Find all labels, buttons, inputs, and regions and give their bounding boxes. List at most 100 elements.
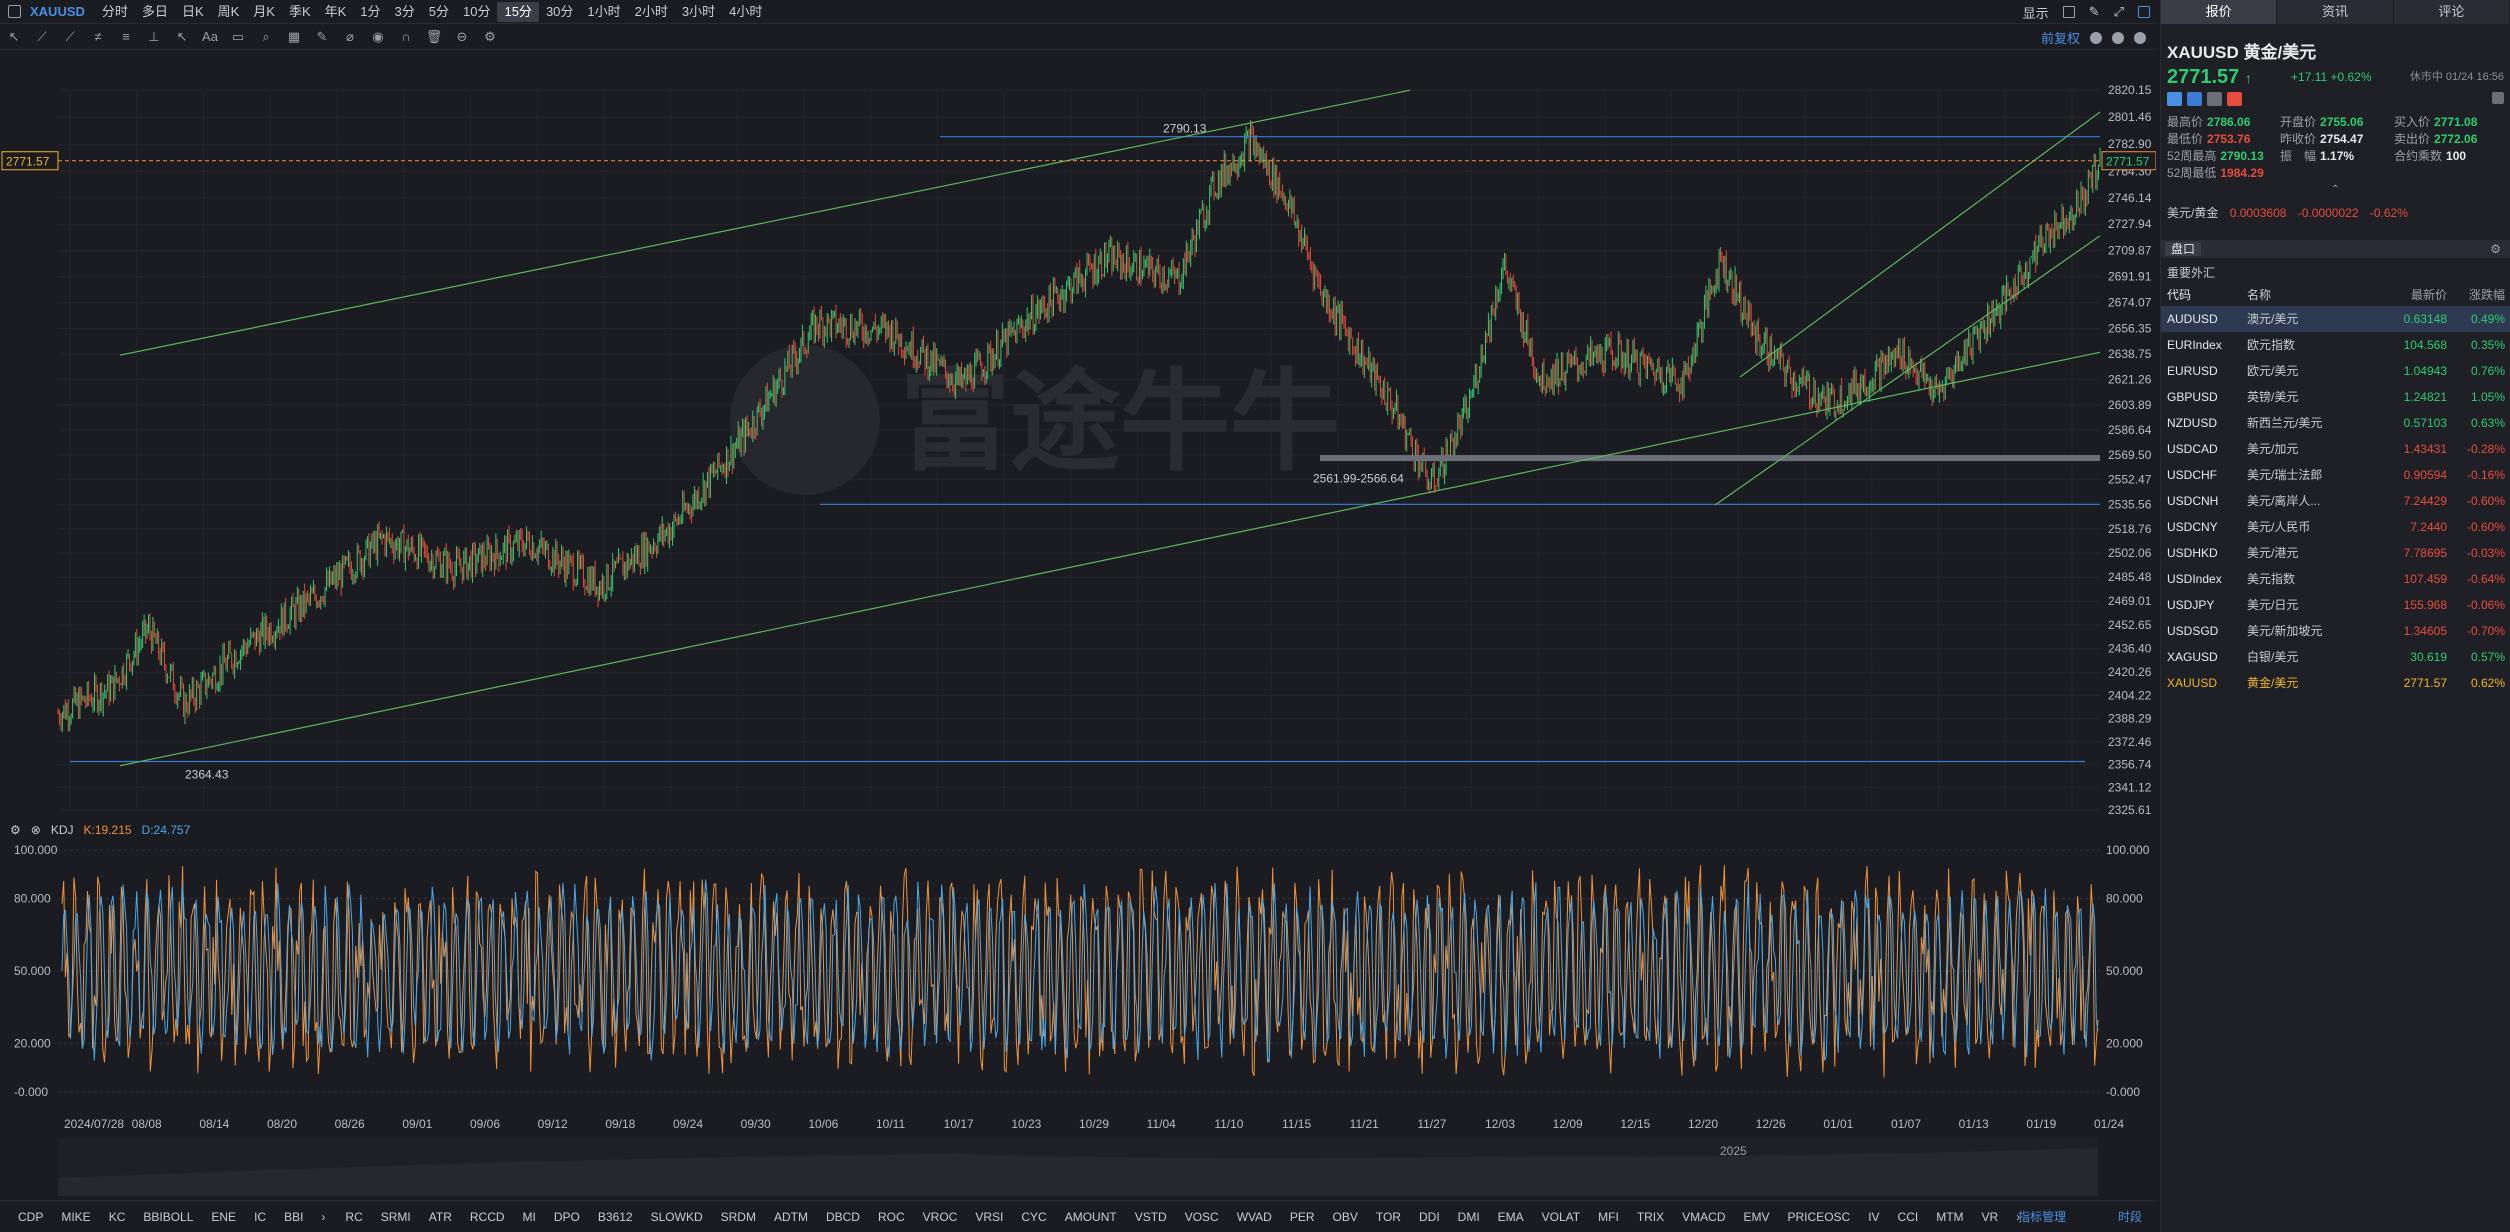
timeframe-tab[interactable]: 月K [246, 2, 282, 22]
indicator-item[interactable]: WVAD [1237, 1210, 1272, 1224]
fx-row[interactable]: USDJPY 美元/日元 155.968 -0.06% [2161, 592, 2510, 618]
eye-icon[interactable]: ◉ [364, 26, 392, 48]
timeframe-tab[interactable]: 年K [318, 2, 354, 22]
indicator-item[interactable]: EMV [1744, 1210, 1770, 1224]
fx-row[interactable]: EURUSD 欧元/美元 1.04943 0.76% [2161, 358, 2510, 384]
indicator-item[interactable]: RC [345, 1210, 362, 1224]
pen-icon[interactable]: ✎ [2089, 4, 2100, 20]
indicator-item[interactable]: CDP [18, 1210, 43, 1224]
timeframe-tab[interactable]: 1小时 [580, 2, 627, 22]
indicator-item[interactable]: MTM [1936, 1210, 1963, 1224]
tab-comments[interactable]: 评论 [2394, 0, 2510, 24]
panel-menu-icon[interactable] [2492, 92, 2504, 104]
timeshare-button[interactable]: 时段 [2118, 1208, 2142, 1225]
zoom-out-icon[interactable] [2090, 31, 2102, 44]
fx-header-name[interactable]: 名称 [2247, 284, 2357, 306]
indicator-item[interactable]: VROC [923, 1210, 958, 1224]
timeframe-tab[interactable]: 3分 [388, 2, 422, 22]
reset-icon[interactable] [2134, 31, 2146, 44]
expand-icon[interactable]: ⤢ [2114, 4, 2124, 20]
indicator-item[interactable]: ROC [878, 1210, 905, 1224]
fx-header-code[interactable]: 代码 [2167, 284, 2247, 306]
fx-row[interactable]: USDCNH 美元/离岸人... 7.24429 -0.60% [2161, 488, 2510, 514]
candlestick-chart[interactable]: 2820.152801.462782.902764.302746.142727.… [0, 50, 2156, 820]
timeframe-tab[interactable]: 4小时 [722, 2, 769, 22]
indicator-item[interactable]: TRIX [1637, 1210, 1664, 1224]
indicator-item[interactable]: VMACD [1682, 1210, 1725, 1224]
zoom-icon[interactable]: ⌕ [252, 26, 280, 48]
indicator-item[interactable]: VOSC [1185, 1210, 1219, 1224]
collapse-icon[interactable]: ⌃ [2331, 184, 2339, 195]
trash-icon[interactable]: 🗑 [420, 26, 448, 48]
adjust-menu[interactable]: 前复权 [2041, 28, 2080, 47]
arrow-tool-icon[interactable]: ↖ [168, 26, 196, 48]
indicator-item[interactable]: › [321, 1210, 325, 1224]
fx-row[interactable]: EURIndex 欧元指数 104.568 0.35% [2161, 332, 2510, 358]
indicator-item[interactable]: CCI [1898, 1210, 1919, 1224]
indicator-item[interactable]: BBI [284, 1210, 303, 1224]
indicator-item[interactable]: DMI [1458, 1210, 1480, 1224]
indicator-item[interactable]: EMA [1498, 1210, 1524, 1224]
tab-news[interactable]: 资讯 [2277, 0, 2394, 24]
hide-icon[interactable]: ⊖ [448, 26, 476, 48]
fx-header-price[interactable]: 最新价 [2357, 284, 2447, 306]
timeframe-tab[interactable]: 10分 [456, 2, 497, 22]
indicator-item[interactable]: AMOUNT [1065, 1210, 1117, 1224]
settings-icon[interactable]: ⚙ [476, 26, 504, 48]
fx-row[interactable]: XAGUSD 白银/美元 30.619 0.57% [2161, 644, 2510, 670]
timeframe-tab[interactable]: 季K [282, 2, 318, 22]
fx-row[interactable]: USDHKD 美元/港元 7.78695 -0.03% [2161, 540, 2510, 566]
indicator-item[interactable]: DDI [1419, 1210, 1440, 1224]
timeframe-tab[interactable]: 5分 [422, 2, 456, 22]
timeframe-tab[interactable]: 分时 [95, 2, 135, 22]
indicator-item[interactable]: RCCD [470, 1210, 505, 1224]
indicator-item[interactable]: DPO [554, 1210, 580, 1224]
fx-header-chg[interactable]: 涨跌幅 [2447, 284, 2505, 306]
fx-row[interactable]: USDCAD 美元/加元 1.43431 -0.28% [2161, 436, 2510, 462]
indicator-settings-icon[interactable]: ⚙ [10, 823, 21, 837]
fx-row[interactable]: USDCNY 美元/人民币 7.2440 -0.60% [2161, 514, 2510, 540]
indicator-item[interactable]: VR [1982, 1210, 1999, 1224]
indicator-item[interactable]: ADTM [774, 1210, 808, 1224]
indicator-name[interactable]: KDJ [51, 823, 74, 837]
sidebar-toggle-icon[interactable] [8, 5, 21, 18]
timeframe-tab[interactable]: 2小时 [628, 2, 675, 22]
timeframe-tab[interactable]: 周K [211, 2, 247, 22]
cursor-icon[interactable]: ↖ [0, 26, 28, 48]
brush-icon[interactable]: ✎ [308, 26, 336, 48]
indicator-item[interactable]: SRDM [721, 1210, 756, 1224]
indicator-item[interactable]: OBV [1333, 1210, 1358, 1224]
timeframe-tab[interactable]: 日K [175, 2, 211, 22]
indicator-item[interactable]: VOLAT [1542, 1210, 1580, 1224]
fib-tool-icon[interactable]: ≡ [112, 26, 140, 48]
fx-row[interactable]: USDCHF 美元/瑞士法郎 0.90594 -0.16% [2161, 462, 2510, 488]
indicator-item[interactable]: BBIBOLL [143, 1210, 193, 1224]
chip-icon-2[interactable] [2187, 92, 2202, 106]
timeframe-tab[interactable]: 3小时 [675, 2, 722, 22]
fx-row[interactable]: AUDUSD 澳元/美元 0.63148 0.49% [2161, 306, 2510, 332]
indicator-item[interactable]: TOR [1376, 1210, 1401, 1224]
chip-icon-1[interactable] [2167, 92, 2182, 106]
fx-row[interactable]: XAUUSD 黄金/美元 2771.57 0.62% [2161, 670, 2510, 696]
indicator-item[interactable]: B3612 [598, 1210, 633, 1224]
fx-row[interactable]: GBPUSD 英镑/美元 1.24821 1.05% [2161, 384, 2510, 410]
window-icon[interactable] [2062, 6, 2075, 18]
book-settings-icon[interactable]: ⚙ [2484, 242, 2507, 256]
chip-icon-3[interactable] [2207, 92, 2222, 106]
indicator-item[interactable]: SLOWKD [651, 1210, 703, 1224]
indicator-item[interactable]: MIKE [61, 1210, 90, 1224]
indicator-item[interactable]: PER [1290, 1210, 1315, 1224]
panel-toggle-icon[interactable] [2138, 6, 2150, 18]
line-tool-icon[interactable]: ⟋ [28, 26, 56, 48]
indicator-item[interactable]: VSTD [1135, 1210, 1167, 1224]
indicator-close-icon[interactable]: ⊗ [31, 823, 41, 837]
indicator-manage-button[interactable]: 指标管理 [2018, 1208, 2066, 1225]
trend-tool-icon[interactable]: ⟋ [56, 26, 84, 48]
display-menu[interactable]: 显示 [2023, 3, 2049, 22]
range-navigator[interactable]: 2025 [58, 1138, 2098, 1196]
text-tool-icon[interactable]: Aa [196, 26, 224, 48]
chip-icon-4[interactable] [2227, 92, 2242, 106]
indicator-item[interactable]: VRSI [975, 1210, 1003, 1224]
kdj-chart[interactable]: 100.000 100.000 80.000 80.000 50.000 50.000 20… [0, 840, 2156, 1120]
timeframe-tab[interactable]: 30分 [539, 2, 580, 22]
